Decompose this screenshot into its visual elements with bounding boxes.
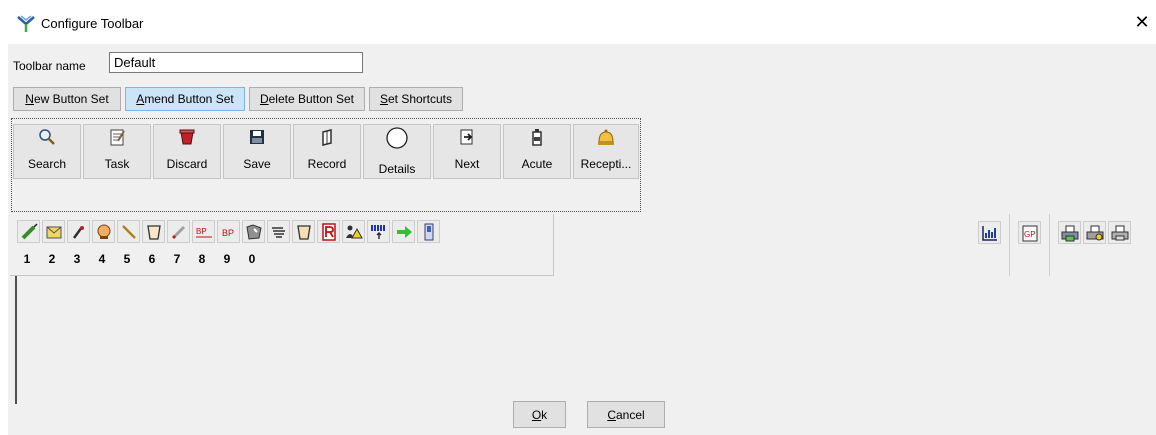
r-document-icon[interactable]	[317, 220, 340, 243]
panel-border	[15, 276, 17, 404]
pen-icon[interactable]	[67, 220, 90, 243]
toolbar-button-label: Next	[454, 157, 480, 171]
printer-settings-icon[interactable]	[1083, 221, 1106, 244]
graph-icon[interactable]	[978, 221, 1001, 244]
toolbar-name-input[interactable]	[109, 52, 363, 73]
toolbar-button-reception[interactable]: Recepti...	[573, 124, 639, 179]
next-icon	[434, 128, 500, 146]
window-title: Configure Toolbar	[41, 16, 144, 31]
phone-icon[interactable]	[417, 220, 440, 243]
task-icon	[84, 128, 150, 146]
shortcut-number: 6	[148, 252, 156, 266]
toolbar-button-label: Details	[378, 162, 416, 176]
bp-text: BP	[222, 228, 234, 238]
jar-icon[interactable]	[292, 220, 315, 243]
discard-icon	[154, 128, 220, 146]
record-icon	[294, 128, 360, 146]
details-circle-icon	[364, 126, 430, 150]
toolbar-button-details[interactable]: Details	[363, 124, 431, 179]
toolbar-separator	[1049, 214, 1050, 276]
toolbar-separator	[1009, 214, 1010, 276]
toolbar-button-record[interactable]: Record	[293, 124, 361, 179]
shortcut-number: 7	[173, 252, 181, 266]
toolbar-button-label: Discard	[166, 157, 208, 171]
toolbar-name-label: Toolbar name	[13, 59, 86, 73]
save-icon	[224, 128, 290, 146]
toolbar-button-label: Search	[27, 157, 67, 171]
shortcut-number: 4	[98, 252, 106, 266]
shortcut-number: 2	[48, 252, 56, 266]
warning-people-icon[interactable]	[342, 220, 365, 243]
printer-gray-icon[interactable]	[1108, 221, 1131, 244]
toolbar-button-label: Record	[307, 157, 347, 171]
head-icon[interactable]	[92, 220, 115, 243]
toolbar-button-next[interactable]: Next	[433, 124, 501, 179]
amend-button-set-button[interactable]: Amend Button Set	[125, 87, 245, 111]
toolbar-button-discard[interactable]: Discard	[153, 124, 221, 179]
hand-icon[interactable]	[267, 220, 290, 243]
pencil-icon[interactable]	[167, 220, 190, 243]
needle-icon[interactable]	[117, 220, 140, 243]
title-bar: Configure Toolbar ✕	[0, 0, 1156, 44]
bp-chart-icon[interactable]: BP	[192, 220, 215, 243]
bp-chart-text: BP	[196, 227, 207, 236]
gp-text: GP	[1024, 230, 1036, 239]
cancel-button[interactable]: Cancel	[587, 401, 665, 428]
syringe-icon[interactable]	[17, 220, 40, 243]
bar-upload-icon[interactable]	[367, 220, 390, 243]
envelope-icon[interactable]	[42, 220, 65, 243]
toolbar-button-search[interactable]: Search	[13, 124, 81, 179]
set-shortcuts-button[interactable]: Set Shortcuts	[369, 87, 463, 111]
cup-icon[interactable]	[142, 220, 165, 243]
ok-button[interactable]: Ok	[513, 401, 566, 428]
search-icon	[14, 128, 80, 146]
map-icon[interactable]	[242, 220, 265, 243]
toolbar-button-label: Recepti...	[580, 157, 632, 171]
gp-clipboard-icon[interactable]: GP	[1018, 221, 1041, 244]
shortcut-toolbar: BP BP 1 2 3 4 5 6 7 8 9 0	[10, 214, 554, 276]
bp-icon[interactable]: BP	[217, 220, 240, 243]
shortcut-number: 5	[123, 252, 131, 266]
shortcut-number: 3	[73, 252, 81, 266]
dock-arrow-icon	[17, 15, 35, 33]
shortcut-number: 8	[198, 252, 206, 266]
arrow-right-icon[interactable]	[392, 220, 415, 243]
toolbar-button-label: Task	[104, 157, 130, 171]
acute-icon	[504, 128, 570, 146]
shortcut-number: 9	[223, 252, 231, 266]
shortcut-number: 0	[248, 252, 256, 266]
toolbar-button-save[interactable]: Save	[223, 124, 291, 179]
toolbar-button-task[interactable]: Task	[83, 124, 151, 179]
reception-bell-icon	[574, 128, 638, 146]
new-button-set-button[interactable]: New Button Set	[13, 87, 121, 111]
toolbar-button-label: Acute	[521, 157, 553, 171]
close-icon[interactable]: ✕	[1132, 12, 1152, 32]
dialog-body: Toolbar name New Button Set Amend Button…	[8, 44, 1156, 435]
toolbar-button-label: Save	[243, 157, 271, 171]
button-set-panel: Search Task Discard Save Record Details …	[11, 118, 641, 212]
delete-button-set-button[interactable]: Delete Button Set	[249, 87, 365, 111]
toolbar-button-acute[interactable]: Acute	[503, 124, 571, 179]
shortcut-number: 1	[23, 252, 31, 266]
printer-icon[interactable]	[1058, 221, 1081, 244]
